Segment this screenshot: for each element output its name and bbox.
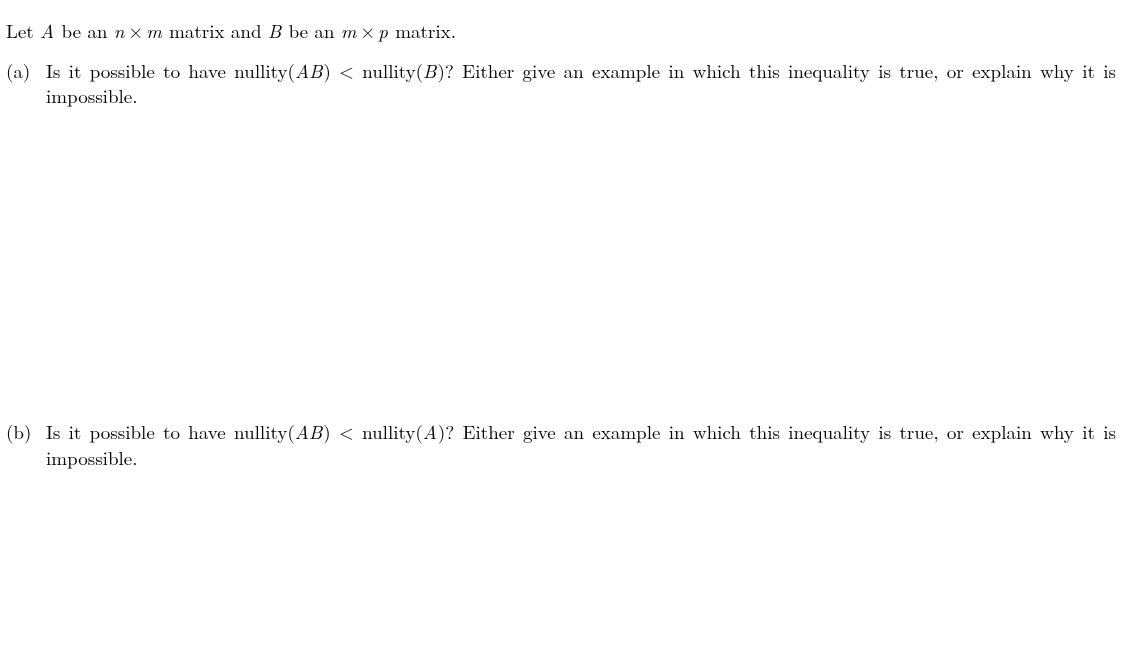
text: Is it possible to have nullity( — [46, 57, 295, 84]
text: matrix and — [163, 17, 268, 44]
text: matrix. — [389, 17, 456, 44]
times-symbol: × — [125, 17, 146, 44]
part-a-label: (a) — [6, 58, 40, 84]
problem-preamble: Let A be an n×m matrix and B be an m×p m… — [6, 18, 1116, 44]
var-A: A — [40, 17, 55, 44]
text: Is it possible to have nullity( — [46, 418, 295, 445]
var-m: m — [146, 17, 163, 44]
part-b: (b) Is it possible to have nullity(AB) <… — [6, 419, 1116, 470]
var-B: B — [268, 17, 282, 44]
problem-parts: (a) Is it possible to have nullity(AB) <… — [6, 58, 1116, 471]
var-AB: AB — [295, 57, 324, 84]
part-a: (a) Is it possible to have nullity(AB) <… — [6, 58, 1116, 109]
var-m2: m — [341, 17, 358, 44]
var-n: n — [114, 17, 126, 44]
times-symbol: × — [357, 17, 378, 44]
text: Let — [6, 17, 40, 44]
text: be an — [282, 17, 341, 44]
text: be an — [55, 17, 114, 44]
var-A: A — [423, 418, 438, 445]
part-b-label: (b) — [6, 419, 40, 445]
var-AB: AB — [295, 418, 324, 445]
var-B: B — [423, 57, 437, 84]
text: ) < nullity( — [323, 57, 423, 84]
text: ) < nullity( — [323, 418, 423, 445]
var-p: p — [378, 17, 389, 44]
